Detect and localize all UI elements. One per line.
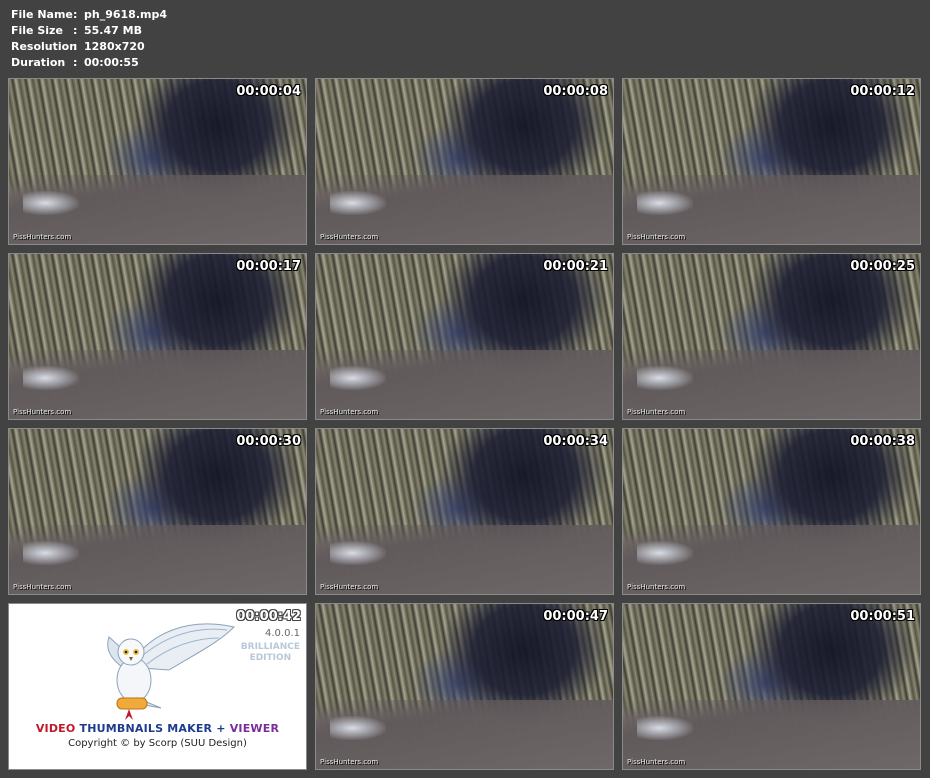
thumbnail-highlight <box>330 716 386 740</box>
info-separator: : <box>73 40 78 53</box>
info-separator: : <box>73 8 78 21</box>
info-label: Duration <box>11 56 66 69</box>
info-row-resolution: Resolution : 1280x720 <box>11 39 167 55</box>
thumbnail-highlight <box>330 191 386 215</box>
version-label: 4.0.0.1 <box>265 628 300 639</box>
thumbnail-timestamp: 00:00:25 <box>850 259 915 274</box>
product-viewer: VIEWER <box>229 722 280 735</box>
thumbnail-timestamp: 00:00:21 <box>543 259 608 274</box>
info-separator: : <box>73 24 78 37</box>
thumbnail[interactable]: 00:00:30 PissHunters.com <box>8 428 307 595</box>
thumbnail[interactable]: 00:00:21 PissHunters.com <box>315 253 614 420</box>
thumbnail-highlight <box>637 191 693 215</box>
thumbnail-watermark: PissHunters.com <box>627 758 686 766</box>
thumbnail[interactable]: 00:00:38 PissHunters.com <box>622 428 921 595</box>
info-row-file-size: File Size : 55.47 MB <box>11 23 167 39</box>
thumbnail-watermark: PissHunters.com <box>320 233 379 241</box>
thumbnail[interactable]: 00:00:34 PissHunters.com <box>315 428 614 595</box>
thumbnail-timestamp: 00:00:34 <box>543 434 608 449</box>
copyright-text: Copyright © by Scorp (SUU Design) <box>68 738 247 749</box>
thumbnail-watermark: PissHunters.com <box>320 583 379 591</box>
thumbnail-timestamp: 00:00:47 <box>543 609 608 624</box>
thumbnail-timestamp: 00:00:30 <box>236 434 301 449</box>
thumbnail-highlight <box>637 366 693 390</box>
thumbnail[interactable]: 00:00:51 PissHunters.com <box>622 603 921 770</box>
thumbnail-grid: 00:00:04 PissHunters.com 00:00:08 PissHu… <box>8 78 921 770</box>
thumbnail[interactable]: 00:00:12 PissHunters.com <box>622 78 921 245</box>
thumbnail[interactable]: 00:00:47 PissHunters.com <box>315 603 614 770</box>
thumbnail-watermark: PissHunters.com <box>320 408 379 416</box>
thumbnail-highlight <box>637 716 693 740</box>
info-label: File Size <box>11 24 63 37</box>
thumbnail[interactable]: 00:00:08 PissHunters.com <box>315 78 614 245</box>
info-value: 1280x720 <box>84 40 145 53</box>
thumbnail-timestamp: 00:00:04 <box>236 84 301 99</box>
info-label: Resolution <box>11 40 78 53</box>
thumbnail-watermark: PissHunters.com <box>627 583 686 591</box>
product-thumbnails-maker: THUMBNAILS MAKER <box>79 722 213 735</box>
thumbnail-highlight <box>330 541 386 565</box>
thumbnail-watermark: PissHunters.com <box>627 233 686 241</box>
thumbnail-highlight <box>23 191 79 215</box>
info-value: 55.47 MB <box>84 24 142 37</box>
product-video: VIDEO <box>35 722 76 735</box>
info-label: File Name <box>11 8 73 21</box>
thumbnail-timestamp: 00:00:17 <box>236 259 301 274</box>
thumbnail-highlight <box>330 366 386 390</box>
thumbnail-timestamp: 00:00:38 <box>850 434 915 449</box>
thumbnail-timestamp: 00:00:12 <box>850 84 915 99</box>
thumbnail-highlight <box>23 366 79 390</box>
info-value: 00:00:55 <box>84 56 139 69</box>
edition-line: BRILLIANCE <box>240 642 300 652</box>
thumbnail[interactable]: 00:00:04 PissHunters.com <box>8 78 307 245</box>
product-plus: + <box>216 722 226 735</box>
edition-label: BRILLIANCE EDITION <box>241 642 300 664</box>
thumbnail-watermark: PissHunters.com <box>13 233 72 241</box>
thumbnail-timestamp: 00:00:08 <box>543 84 608 99</box>
info-row-file-name: File Name : ph_9618.mp4 <box>11 7 167 23</box>
thumbnail-highlight <box>637 541 693 565</box>
thumbnail[interactable]: 00:00:17 PissHunters.com <box>8 253 307 420</box>
thumbnail-watermark: PissHunters.com <box>320 758 379 766</box>
thumbnail-watermark: PissHunters.com <box>13 408 72 416</box>
owl-icon <box>107 623 235 720</box>
product-name: VIDEO THUMBNAILS MAKER + VIEWER <box>9 722 306 735</box>
logo-tile[interactable]: 00:00:42 4.0.0.1 BRILLIANCE EDITION VIDE… <box>8 603 307 770</box>
file-info: File Name : ph_9618.mp4 File Size : 55.4… <box>11 7 167 71</box>
thumbnail-highlight <box>23 541 79 565</box>
thumbnail-watermark: PissHunters.com <box>627 408 686 416</box>
info-value: ph_9618.mp4 <box>84 8 167 21</box>
thumbnail-timestamp: 00:00:51 <box>850 609 915 624</box>
info-separator: : <box>73 56 78 69</box>
thumbnail-timestamp: 00:00:42 <box>236 609 301 624</box>
edition-line: EDITION <box>249 653 292 663</box>
thumbnail[interactable]: 00:00:25 PissHunters.com <box>622 253 921 420</box>
info-row-duration: Duration : 00:00:55 <box>11 55 167 71</box>
thumbnail-watermark: PissHunters.com <box>13 583 72 591</box>
